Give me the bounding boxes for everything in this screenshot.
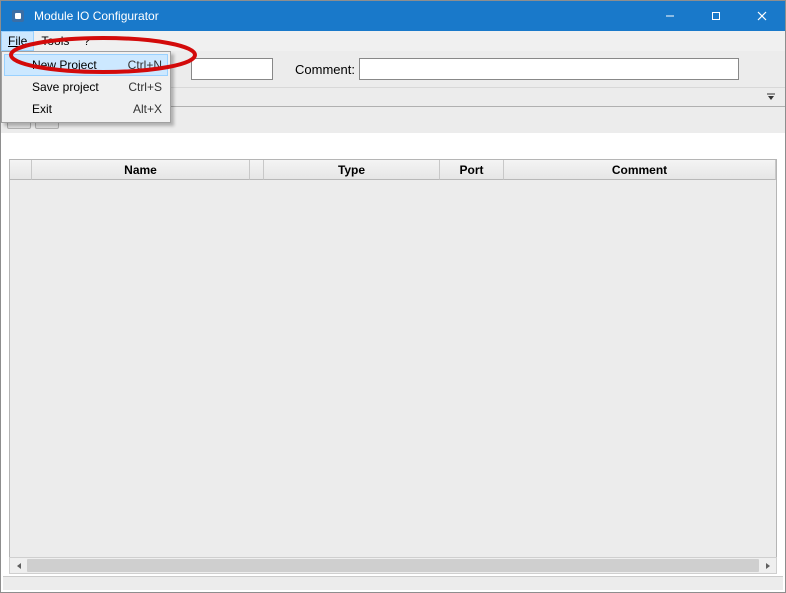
window-controls <box>647 1 785 31</box>
comment-label: Comment: <box>295 62 355 77</box>
name-input[interactable] <box>191 58 273 80</box>
toolstrip-overflow-button[interactable] <box>763 91 779 105</box>
window-title: Module IO Configurator <box>34 9 159 23</box>
menu-help-label: ? <box>83 34 90 48</box>
menu-file[interactable]: File New Project Ctrl+N Save project Ctr… <box>1 31 34 51</box>
menu-save-project-shortcut: Ctrl+S <box>118 80 162 94</box>
col-gap[interactable] <box>250 160 264 180</box>
menu-help[interactable]: ? <box>76 31 97 51</box>
menu-exit[interactable]: Exit Alt+X <box>4 98 168 120</box>
menu-exit-label: Exit <box>32 102 123 116</box>
minimize-button[interactable] <box>647 1 693 31</box>
menu-tools-label: Tools <box>41 34 69 48</box>
file-dropdown: New Project Ctrl+N Save project Ctrl+S E… <box>1 51 171 123</box>
scroll-right-button[interactable] <box>759 558 776 573</box>
scroll-thumb[interactable] <box>27 559 759 572</box>
table-body[interactable] <box>10 180 776 557</box>
maximize-button[interactable] <box>693 1 739 31</box>
scroll-track[interactable] <box>27 558 759 573</box>
table-header: Name Type Port Comment <box>10 160 776 180</box>
col-name[interactable]: Name <box>32 160 250 180</box>
table: Name Type Port Comment <box>9 159 777 558</box>
col-selector[interactable] <box>10 160 32 180</box>
statusbar <box>3 576 783 590</box>
col-comment[interactable]: Comment <box>504 160 776 180</box>
close-button[interactable] <box>739 1 785 31</box>
col-port[interactable]: Port <box>440 160 504 180</box>
col-type[interactable]: Type <box>264 160 440 180</box>
scroll-left-button[interactable] <box>10 558 27 573</box>
menu-new-project-label: New Project <box>32 58 118 72</box>
menu-tools[interactable]: Tools <box>34 31 76 51</box>
menubar: File New Project Ctrl+N Save project Ctr… <box>1 31 785 51</box>
app-icon <box>9 7 27 25</box>
menu-new-project[interactable]: New Project Ctrl+N <box>4 54 168 76</box>
titlebar: Module IO Configurator <box>1 1 785 31</box>
horizontal-scrollbar[interactable] <box>9 557 777 574</box>
menu-save-project[interactable]: Save project Ctrl+S <box>4 76 168 98</box>
menu-exit-shortcut: Alt+X <box>123 102 162 116</box>
menu-save-project-label: Save project <box>32 80 118 94</box>
menu-file-label: File <box>8 34 27 48</box>
comment-input[interactable] <box>359 58 739 80</box>
menu-new-project-shortcut: Ctrl+N <box>118 58 162 72</box>
